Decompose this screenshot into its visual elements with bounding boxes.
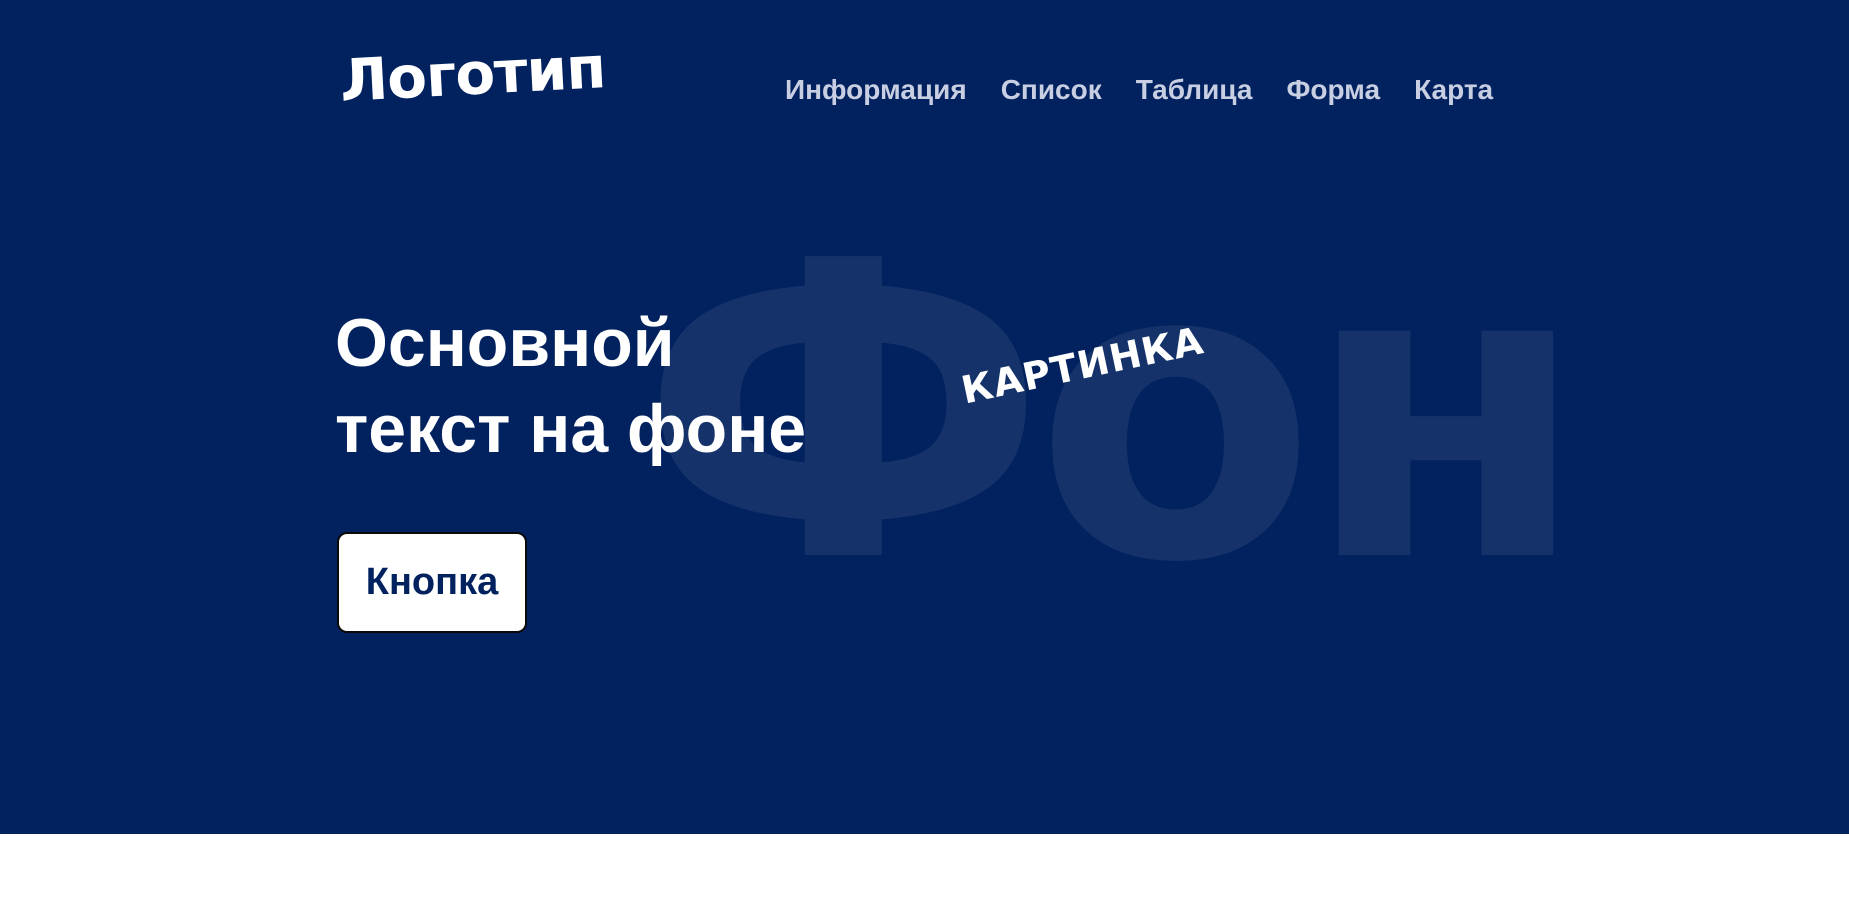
nav-link-info[interactable]: Информация <box>785 72 967 108</box>
nav-link-list[interactable]: Список <box>1001 72 1102 108</box>
hero-headline-line-1: Основной <box>335 305 675 381</box>
hero-headline: Основной текст на фоне <box>335 300 806 472</box>
hero-section: Фон Логотип Информация Список Таблица Фо… <box>0 0 1849 834</box>
hero-headline-line-2: текст на фоне <box>335 391 807 467</box>
nav-link-map[interactable]: Карта <box>1414 72 1493 108</box>
logo[interactable]: Логотип <box>338 33 607 115</box>
main-navigation: Информация Список Таблица Форма Карта <box>785 72 1527 108</box>
nav-link-table[interactable]: Таблица <box>1136 72 1253 108</box>
hero-action-button[interactable]: Кнопка <box>337 532 527 633</box>
nav-link-form[interactable]: Форма <box>1286 72 1380 108</box>
